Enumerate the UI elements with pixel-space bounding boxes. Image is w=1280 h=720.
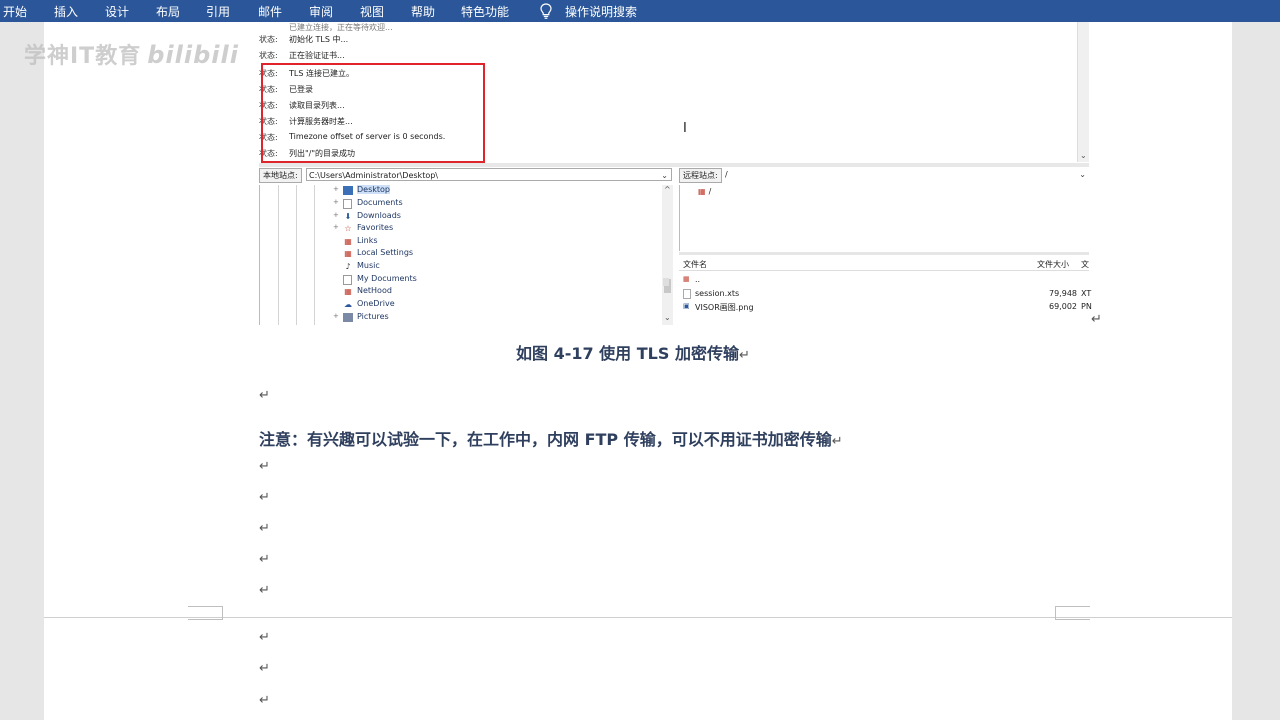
tree-guide-line [296, 185, 297, 325]
server-folder-icon: ▦ [698, 187, 706, 196]
paragraph-mark: ↵ [259, 630, 270, 645]
note-paragraph[interactable]: 注意：有兴趣可以试验一下，在工作中，内网 FTP 传输，可以不用证书加密传输↵ [259, 426, 843, 450]
file-row[interactable]: ▦ .. [679, 274, 1089, 287]
remote-site-label: 远程站点: [679, 168, 722, 183]
document-icon [343, 275, 352, 285]
expand-icon[interactable]: + [333, 223, 339, 231]
log-scrollbar[interactable]: ⌄ [1077, 22, 1089, 162]
tab-design[interactable]: 设计 [105, 3, 129, 20]
star-icon: ☆ [344, 224, 352, 233]
lightbulb-icon[interactable] [538, 2, 554, 20]
remote-path-value: / [725, 170, 728, 179]
expand-icon[interactable]: + [333, 198, 339, 206]
music-icon: ♪ [345, 262, 351, 271]
tab-layout[interactable]: 布局 [156, 3, 180, 20]
paragraph-mark: ↵ [738, 348, 750, 363]
local-site-label: 本地站点: [259, 168, 302, 183]
bilibili-logo: bilibili [147, 41, 239, 69]
page-corner-mark-left [188, 606, 223, 620]
watermark-text: 学神IT教育 [24, 44, 142, 69]
pictures-icon [343, 313, 353, 322]
column-filesize[interactable]: 文件大小 [1037, 259, 1069, 270]
tab-mailings[interactable]: 邮件 [258, 3, 282, 20]
desktop-folder-icon [343, 186, 353, 195]
local-path-value: C:\Users\Administrator\Desktop\ [309, 171, 438, 180]
tab-home[interactable]: 开始 [3, 3, 27, 20]
paragraph-mark: ↵ [259, 552, 270, 567]
paragraph-mark: ↵ [259, 490, 270, 505]
file-row[interactable]: ▣ VISOR画图.png 69,002 PN [679, 301, 1092, 314]
local-directory-tree[interactable]: + Desktop + Documents + ⬇ Downloads + ☆ … [259, 185, 674, 325]
chevron-down-icon[interactable]: ⌄ [1080, 151, 1087, 160]
local-site-bar: 本地站点: C:\Users\Administrator\Desktop\ ⌄ [259, 168, 673, 183]
expand-icon[interactable]: + [333, 211, 339, 219]
page-corner-mark-right [1055, 606, 1090, 620]
remote-path-combobox[interactable]: / ⌄ [725, 168, 1089, 181]
remote-pane-splitter[interactable] [679, 252, 1089, 255]
folder-icon: ▦ [344, 237, 352, 246]
paragraph-mark: ↵ [1091, 312, 1102, 327]
column-filetype[interactable]: 文 [1081, 259, 1089, 270]
image-file-icon: ▣ [683, 302, 690, 310]
chevron-down-icon[interactable]: ⌄ [661, 169, 668, 182]
folder-icon: ▦ [344, 249, 352, 258]
file-icon [683, 289, 691, 299]
expand-icon[interactable]: + [333, 185, 339, 193]
document-icon [343, 199, 352, 209]
paragraph-mark: ↵ [259, 583, 270, 598]
remote-directory-tree[interactable]: ▦ / [679, 185, 1090, 251]
chevron-up-icon[interactable]: ^ [664, 185, 671, 194]
tab-special-features[interactable]: 特色功能 [461, 3, 509, 20]
paragraph-mark: ↵ [259, 661, 270, 676]
parent-folder-icon: ▦ [683, 275, 690, 283]
embedded-screenshot[interactable]: 已建立连接，正在等待欢迎... 状态: 初始化 TLS 中... 状态: 正在验证证… [259, 22, 1092, 326]
pane-splitter[interactable] [259, 163, 1089, 167]
paragraph-mark: ↵ [259, 693, 270, 708]
file-row[interactable]: session.xts 79,948 XT [679, 288, 1091, 301]
tell-me-search[interactable]: 操作说明搜索 [565, 3, 637, 20]
text-cursor-icon: I [683, 121, 687, 136]
remote-list-scrollbar[interactable] [663, 278, 669, 286]
message-log: 已建立连接，正在等待欢迎... 状态: 初始化 TLS 中... 状态: 正在验证证… [259, 22, 1089, 163]
ribbon-bar: 开始 插入 设计 布局 引用 邮件 审阅 视图 帮助 特色功能 操作说明搜索 [0, 0, 1280, 22]
download-icon: ⬇ [344, 212, 352, 221]
chevron-down-icon[interactable]: ⌄ [664, 313, 671, 322]
watermark: 学神IT教育 bilibili [24, 38, 239, 70]
tab-references[interactable]: 引用 [206, 3, 230, 20]
tab-insert[interactable]: 插入 [54, 3, 78, 20]
local-tree-scrollbar[interactable]: ^ ⌄ [662, 185, 673, 325]
tab-review[interactable]: 审阅 [309, 3, 333, 20]
folder-icon: ▦ [344, 287, 352, 296]
tab-view[interactable]: 视图 [360, 3, 384, 20]
column-filename[interactable]: 文件名 [683, 259, 707, 270]
expand-icon[interactable]: + [333, 312, 339, 320]
paragraph-mark: ↵ [259, 459, 270, 474]
chevron-down-icon[interactable]: ⌄ [1079, 168, 1086, 181]
highlight-box [261, 63, 485, 163]
remote-site-bar: 远程站点: / ⌄ [679, 168, 1089, 183]
local-path-combobox[interactable]: C:\Users\Administrator\Desktop\ ⌄ [306, 168, 672, 181]
paragraph-mark: ↵ [259, 388, 270, 403]
remote-root-item[interactable]: ▦ / [698, 187, 711, 196]
tree-guide-line [314, 185, 315, 325]
cloud-icon: ☁ [344, 300, 352, 309]
tree-guide-line [278, 185, 279, 325]
tab-help[interactable]: 帮助 [411, 3, 435, 20]
remote-file-list-header: 文件名 文件大小 文 [679, 256, 1089, 271]
figure-caption[interactable]: 如图 4-17 使用 TLS 加密传输↵ [516, 340, 750, 364]
paragraph-mark: ↵ [831, 434, 843, 449]
paragraph-mark: ↵ [259, 521, 270, 536]
